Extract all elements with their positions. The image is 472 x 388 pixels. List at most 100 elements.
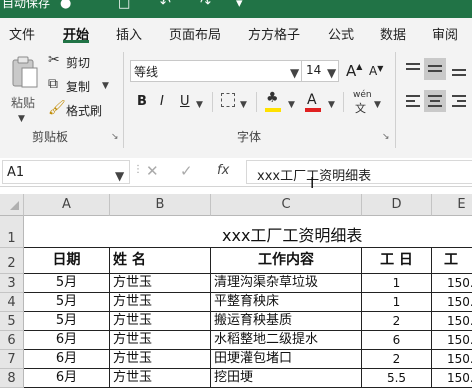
- phonetic-label[interactable]: wén: [353, 90, 372, 100]
- undo-icon[interactable]: ↶: [160, 0, 171, 11]
- decrease-font-caret-icon: ▼: [377, 64, 384, 73]
- customize-icon[interactable]: ▾: [236, 0, 243, 11]
- date-cell[interactable]: 6月: [24, 350, 110, 369]
- autosave-label[interactable]: 自动保存: [2, 0, 50, 11]
- increase-font-button[interactable]: A▲: [346, 62, 362, 80]
- fill-color-icon[interactable]: ♣: [266, 90, 279, 106]
- font-size-select[interactable]: 14 ▼: [301, 60, 339, 82]
- name-cell[interactable]: 方世玉: [110, 312, 211, 331]
- worksheet-grid[interactable]: A B C D E 1 2 3 4 5 6 7 8 xxx工厂工资明细表 日期 …: [0, 194, 472, 388]
- work-cell[interactable]: 平整育秧床: [211, 293, 362, 312]
- save-icon[interactable]: □: [118, 0, 130, 11]
- autosave-toggle-icon[interactable]: ●: [60, 0, 71, 11]
- bold-button[interactable]: B: [137, 94, 147, 109]
- e-cell[interactable]: 150.: [432, 331, 472, 350]
- header-cell-date[interactable]: 日期: [24, 248, 110, 274]
- align-center-icon: [424, 90, 446, 112]
- copy-icon: ⧉: [48, 76, 58, 92]
- days-cell[interactable]: 1: [362, 274, 432, 293]
- days-cell[interactable]: 1: [362, 293, 432, 312]
- select-all-corner[interactable]: [0, 194, 24, 216]
- align-bottom-button[interactable]: [450, 60, 468, 78]
- column-header-e[interactable]: E: [432, 194, 472, 216]
- phonetic-dropdown-icon[interactable]: ▼: [374, 100, 381, 110]
- underline-button[interactable]: U: [180, 94, 190, 109]
- copy-button[interactable]: ⧉ 复制 ▼: [48, 76, 110, 96]
- tab-fangfanggezi[interactable]: 方方格子: [248, 24, 300, 43]
- table-row: 6月 方世玉 水稻整地二级提水 6 150.: [0, 331, 472, 350]
- name-box-dropdown-icon[interactable]: ▼: [115, 169, 124, 183]
- borders-icon[interactable]: [221, 93, 235, 107]
- font-color-dropdown-icon[interactable]: ▼: [328, 100, 335, 110]
- font-color-swatch: [305, 108, 321, 112]
- decrease-font-button[interactable]: A▼: [369, 64, 383, 79]
- header-cell-e[interactable]: 工: [432, 248, 472, 274]
- table-row: 6月 方世玉 田埂灌包堵口 2 150.: [0, 350, 472, 369]
- italic-button[interactable]: I: [160, 94, 164, 109]
- font-name-dropdown-icon[interactable]: ▼: [290, 66, 299, 80]
- font-color-button[interactable]: A: [307, 92, 317, 108]
- align-left-button[interactable]: [404, 92, 422, 110]
- work-cell[interactable]: 清理沟渠杂草垃圾: [211, 274, 362, 293]
- tab-data[interactable]: 数据: [380, 24, 406, 43]
- date-cell[interactable]: 5月: [24, 274, 110, 293]
- align-right-button[interactable]: [450, 92, 468, 110]
- copy-dropdown-icon[interactable]: ▼: [102, 81, 109, 91]
- column-header-c[interactable]: C: [211, 194, 362, 216]
- tab-page-layout[interactable]: 页面布局: [169, 24, 221, 43]
- e-cell[interactable]: 150.: [432, 312, 472, 331]
- clipboard-launcher-icon[interactable]: ↘: [111, 132, 119, 142]
- enter-icon[interactable]: ✓: [180, 162, 193, 180]
- days-cell[interactable]: 6: [362, 331, 432, 350]
- days-cell[interactable]: 2: [362, 312, 432, 331]
- formula-bar-options-icon[interactable]: ⋮: [133, 164, 143, 175]
- font-size-dropdown-icon[interactable]: ▼: [327, 66, 336, 80]
- days-cell[interactable]: 2: [362, 350, 432, 369]
- tab-file[interactable]: 文件: [9, 24, 35, 43]
- formula-input[interactable]: xxx工厂工资明细表: [246, 160, 472, 184]
- column-header-a[interactable]: A: [24, 194, 110, 216]
- header-cell-days[interactable]: 工 日: [362, 248, 432, 274]
- column-header-d[interactable]: D: [362, 194, 432, 216]
- paste-dropdown-icon[interactable]: ▼: [18, 114, 25, 124]
- font-launcher-icon[interactable]: ↘: [382, 132, 390, 142]
- header-cell-name[interactable]: 姓 名: [110, 248, 211, 274]
- work-cell[interactable]: 田埂灌包堵口: [211, 350, 362, 369]
- cancel-icon[interactable]: ✕: [146, 162, 159, 180]
- work-cell[interactable]: 搬运育秧基质: [211, 312, 362, 331]
- row-header[interactable]: 2: [0, 248, 24, 274]
- name-cell[interactable]: 方世玉: [110, 274, 211, 293]
- align-top-button[interactable]: [404, 60, 422, 78]
- name-cell[interactable]: 方世玉: [110, 293, 211, 312]
- work-cell[interactable]: 水稻整地二级提水: [211, 331, 362, 350]
- row-header[interactable]: 1: [0, 216, 24, 248]
- align-center-button[interactable]: [424, 90, 446, 112]
- date-cell[interactable]: 6月: [24, 331, 110, 350]
- e-cell[interactable]: 150.: [432, 293, 472, 312]
- tab-insert[interactable]: 插入: [116, 24, 142, 43]
- fill-color-dropdown-icon[interactable]: ▼: [288, 100, 295, 110]
- tab-formulas[interactable]: 公式: [328, 24, 354, 43]
- name-cell[interactable]: 方世玉: [110, 350, 211, 369]
- cut-button[interactable]: ✂ 剪切: [48, 52, 98, 72]
- paste-button[interactable]: 粘贴: [8, 54, 40, 112]
- name-cell[interactable]: 方世玉: [110, 331, 211, 350]
- group-separator: [395, 52, 396, 148]
- tab-review[interactable]: 审阅: [432, 24, 458, 43]
- insert-function-button[interactable]: fx: [217, 163, 229, 178]
- name-box[interactable]: A1 ▼: [2, 160, 130, 184]
- header-cell-work[interactable]: 工作内容: [211, 248, 362, 274]
- date-cell[interactable]: 5月: [24, 293, 110, 312]
- font-name-select[interactable]: 等线 ▼: [130, 60, 302, 82]
- e-cell[interactable]: 150.: [432, 350, 472, 369]
- format-painter-icon: 🖌: [48, 100, 66, 116]
- borders-dropdown-icon[interactable]: ▼: [240, 100, 247, 110]
- underline-dropdown-icon[interactable]: ▼: [196, 100, 203, 110]
- redo-icon[interactable]: ↷: [200, 0, 211, 11]
- format-painter-button[interactable]: 🖌 格式刷: [48, 100, 108, 120]
- align-middle-button[interactable]: [424, 58, 446, 80]
- column-header-b[interactable]: B: [110, 194, 211, 216]
- date-cell[interactable]: 5月: [24, 312, 110, 331]
- e-cell[interactable]: 150.: [432, 274, 472, 293]
- paste-label: 粘贴: [11, 96, 36, 110]
